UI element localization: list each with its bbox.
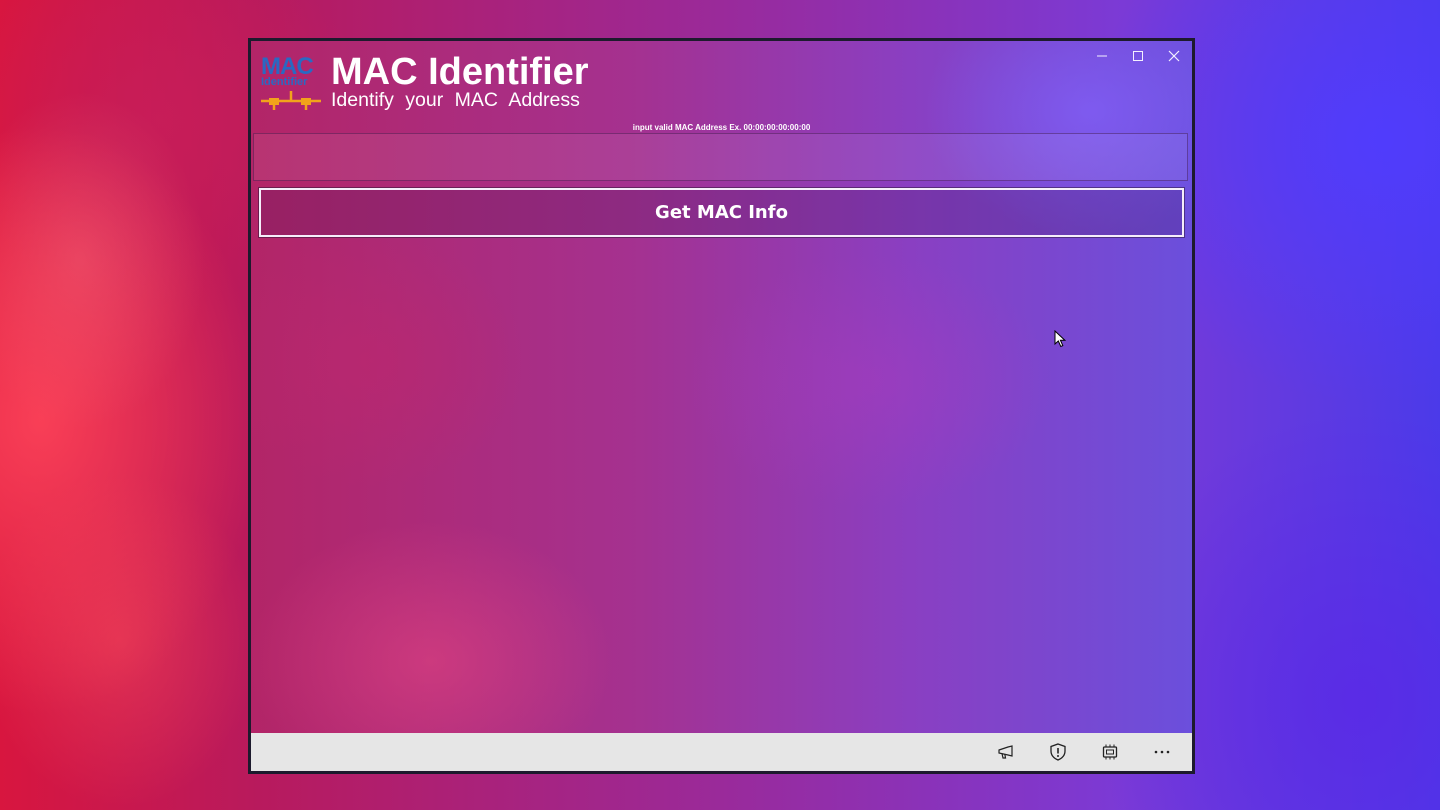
app-header: MAC Identifier MAC Identifier Identify y… bbox=[259, 53, 589, 112]
app-title: MAC Identifier bbox=[331, 51, 589, 93]
app-command-bar bbox=[251, 733, 1192, 771]
more-icon bbox=[1154, 750, 1170, 754]
app-window: MAC Identifier MAC Identifier Identify y… bbox=[248, 38, 1195, 774]
network-icon bbox=[261, 91, 321, 110]
window-controls bbox=[1084, 41, 1192, 71]
mac-address-input[interactable] bbox=[253, 133, 1188, 181]
shield-icon bbox=[1050, 743, 1066, 761]
logo-subtext: Identifier bbox=[261, 76, 308, 88]
close-button[interactable] bbox=[1156, 41, 1192, 71]
get-mac-info-label: Get MAC Info bbox=[655, 202, 788, 223]
app-logo: MAC Identifier bbox=[259, 53, 323, 111]
app-subtitle: Identify your MAC Address bbox=[331, 89, 580, 111]
mouse-cursor-icon bbox=[1054, 330, 1066, 348]
more-button[interactable] bbox=[1136, 733, 1188, 771]
hardware-button[interactable] bbox=[1084, 733, 1136, 771]
chip-icon bbox=[1102, 744, 1118, 760]
minimize-icon bbox=[1097, 55, 1107, 57]
input-hint: input valid MAC Address Ex. 00:00:00:00:… bbox=[632, 123, 811, 132]
maximize-button[interactable] bbox=[1120, 41, 1156, 71]
privacy-button[interactable] bbox=[1032, 733, 1084, 771]
title-group: MAC Identifier Identify your MAC Address bbox=[331, 53, 589, 112]
maximize-icon bbox=[1133, 51, 1143, 61]
close-icon bbox=[1168, 50, 1180, 62]
feedback-button[interactable] bbox=[980, 733, 1032, 771]
get-mac-info-button[interactable]: Get MAC Info bbox=[258, 187, 1185, 238]
minimize-button[interactable] bbox=[1084, 41, 1120, 71]
megaphone-icon bbox=[998, 745, 1013, 759]
